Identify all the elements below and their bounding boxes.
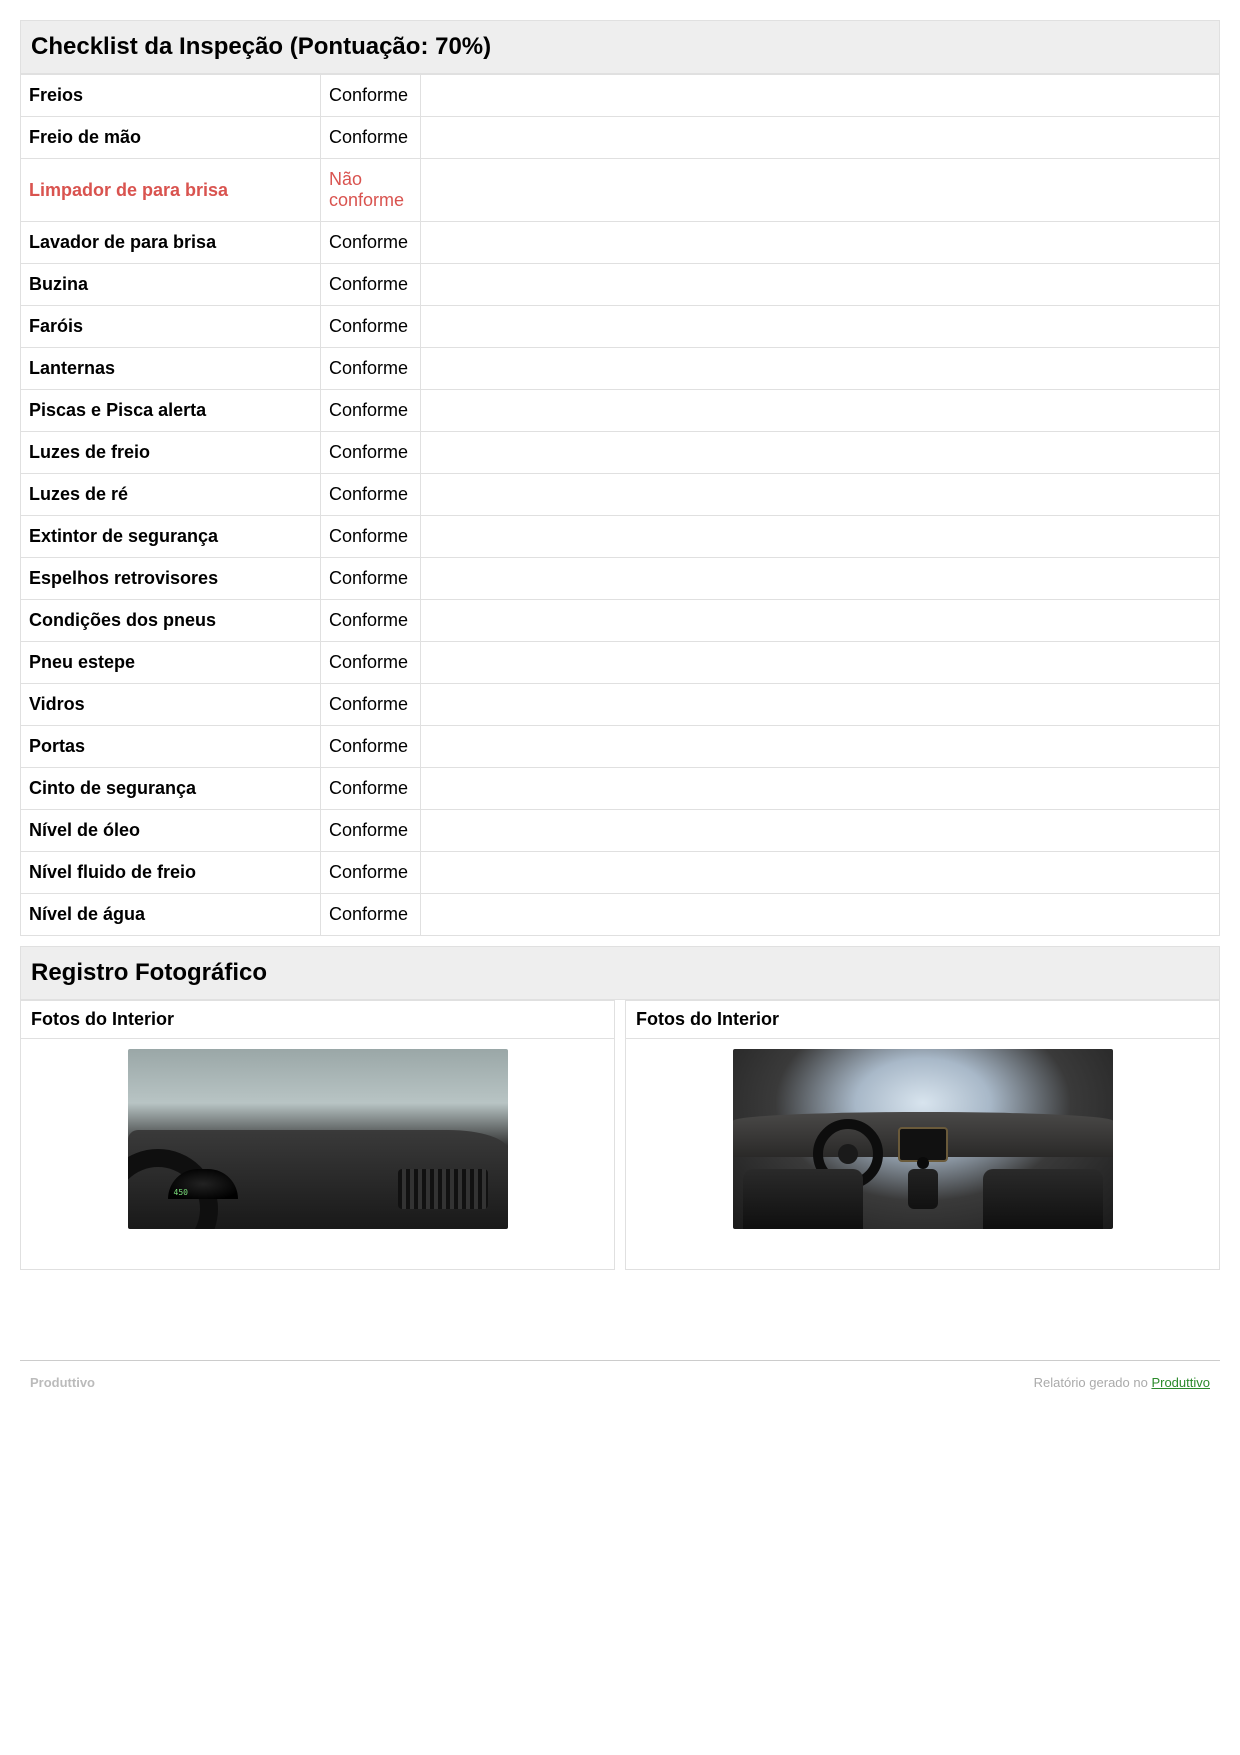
checklist-item-name: Freios <box>21 75 321 117</box>
footer-link[interactable]: Produttivo <box>1151 1375 1210 1390</box>
checklist-item-name: Luzes de ré <box>21 474 321 516</box>
checklist-item-notes <box>421 222 1220 264</box>
checklist-item-status: Conforme <box>321 768 421 810</box>
checklist-item-status: Conforme <box>321 75 421 117</box>
checklist-item-notes <box>421 768 1220 810</box>
checklist-row: Espelhos retrovisoresConforme <box>21 558 1220 600</box>
checklist-item-status: Conforme <box>321 600 421 642</box>
checklist-item-notes <box>421 432 1220 474</box>
checklist-item-name: Buzina <box>21 264 321 306</box>
checklist-item-notes <box>421 348 1220 390</box>
checklist-row: Freio de mãoConforme <box>21 117 1220 159</box>
checklist-item-status: Conforme <box>321 432 421 474</box>
checklist-item-notes <box>421 894 1220 936</box>
photo-body <box>21 1039 614 1269</box>
checklist-row: Pneu estepeConforme <box>21 642 1220 684</box>
checklist-row: Luzes de freioConforme <box>21 432 1220 474</box>
checklist-row: Nível fluido de freioConforme <box>21 852 1220 894</box>
checklist-item-name: Espelhos retrovisores <box>21 558 321 600</box>
checklist-item-status: Conforme <box>321 264 421 306</box>
photo-title: Fotos do Interior <box>626 1001 1219 1039</box>
checklist-item-name: Freio de mão <box>21 117 321 159</box>
checklist-item-name: Nível de óleo <box>21 810 321 852</box>
checklist-row: Luzes de réConforme <box>21 474 1220 516</box>
checklist-item-status: Conforme <box>321 684 421 726</box>
checklist-item-name: Extintor de segurança <box>21 516 321 558</box>
checklist-item-status: Conforme <box>321 474 421 516</box>
checklist-item-status: Conforme <box>321 306 421 348</box>
checklist-item-notes <box>421 390 1220 432</box>
checklist-item-name: Pneu estepe <box>21 642 321 684</box>
checklist-item-status: Conforme <box>321 642 421 684</box>
checklist-item-name: Piscas e Pisca alerta <box>21 390 321 432</box>
checklist-item-notes <box>421 810 1220 852</box>
footer-brand: Produttivo <box>30 1375 95 1390</box>
photos-header: Registro Fotográfico <box>20 946 1220 1000</box>
checklist-row: Piscas e Pisca alertaConforme <box>21 390 1220 432</box>
checklist-item-notes <box>421 516 1220 558</box>
checklist-row: Extintor de segurançaConforme <box>21 516 1220 558</box>
checklist-item-status: Conforme <box>321 894 421 936</box>
checklist-item-name: Nível de água <box>21 894 321 936</box>
checklist-item-notes <box>421 642 1220 684</box>
checklist-row: LanternasConforme <box>21 348 1220 390</box>
checklist-item-notes <box>421 726 1220 768</box>
footer-generated: Relatório gerado no Produttivo <box>1034 1375 1210 1390</box>
checklist-item-name: Vidros <box>21 684 321 726</box>
checklist-item-status: Conforme <box>321 558 421 600</box>
checklist-row: VidrosConforme <box>21 684 1220 726</box>
checklist-row: Cinto de segurançaConforme <box>21 768 1220 810</box>
checklist-item-name: Cinto de segurança <box>21 768 321 810</box>
photos-section: Registro Fotográfico Fotos do Interior F… <box>20 946 1220 1270</box>
checklist-item-name: Portas <box>21 726 321 768</box>
checklist-item-status: Conforme <box>321 852 421 894</box>
checklist-row: Nível de óleoConforme <box>21 810 1220 852</box>
checklist-item-notes <box>421 600 1220 642</box>
checklist-item-name: Lanternas <box>21 348 321 390</box>
checklist-item-status: Conforme <box>321 117 421 159</box>
checklist-item-notes <box>421 852 1220 894</box>
checklist-row: Condições dos pneusConforme <box>21 600 1220 642</box>
photo-title: Fotos do Interior <box>21 1001 614 1039</box>
report-page: Checklist da Inspeção (Pontuação: 70%) F… <box>0 0 1240 1420</box>
checklist-row: FreiosConforme <box>21 75 1220 117</box>
checklist-item-status: Conforme <box>321 390 421 432</box>
footer-generated-prefix: Relatório gerado no <box>1034 1375 1152 1390</box>
checklist-item-notes <box>421 159 1220 222</box>
report-footer: Produttivo Relatório gerado no Produttiv… <box>20 1360 1220 1400</box>
checklist-item-name: Condições dos pneus <box>21 600 321 642</box>
photo-cell: Fotos do Interior <box>625 1000 1220 1270</box>
checklist-item-notes <box>421 117 1220 159</box>
checklist-item-status: Conforme <box>321 348 421 390</box>
checklist-item-status: Conforme <box>321 222 421 264</box>
checklist-item-name: Limpador de para brisa <box>21 159 321 222</box>
checklist-header: Checklist da Inspeção (Pontuação: 70%) <box>20 20 1220 74</box>
checklist-item-notes <box>421 264 1220 306</box>
checklist-row: PortasConforme <box>21 726 1220 768</box>
checklist-item-name: Lavador de para brisa <box>21 222 321 264</box>
checklist-row: FaróisConforme <box>21 306 1220 348</box>
checklist-row: Limpador de para brisaNão conforme <box>21 159 1220 222</box>
photo-cell: Fotos do Interior <box>20 1000 615 1270</box>
photos-row: Fotos do Interior Fotos do Interior <box>20 1000 1220 1270</box>
checklist-item-status: Conforme <box>321 516 421 558</box>
checklist-item-notes <box>421 474 1220 516</box>
checklist-item-name: Luzes de freio <box>21 432 321 474</box>
checklist-item-notes <box>421 306 1220 348</box>
checklist-item-status: Conforme <box>321 726 421 768</box>
checklist-item-notes <box>421 558 1220 600</box>
checklist-item-name: Faróis <box>21 306 321 348</box>
checklist-row: BuzinaConforme <box>21 264 1220 306</box>
checklist-item-name: Nível fluido de freio <box>21 852 321 894</box>
checklist-row: Lavador de para brisaConforme <box>21 222 1220 264</box>
checklist-item-notes <box>421 75 1220 117</box>
checklist-item-status: Não conforme <box>321 159 421 222</box>
checklist-item-status: Conforme <box>321 810 421 852</box>
interior-photo-icon <box>733 1049 1113 1229</box>
interior-photo-icon <box>128 1049 508 1229</box>
checklist-item-notes <box>421 684 1220 726</box>
checklist-row: Nível de águaConforme <box>21 894 1220 936</box>
photo-body <box>626 1039 1219 1269</box>
checklist-table: FreiosConformeFreio de mãoConformeLimpad… <box>20 74 1220 936</box>
